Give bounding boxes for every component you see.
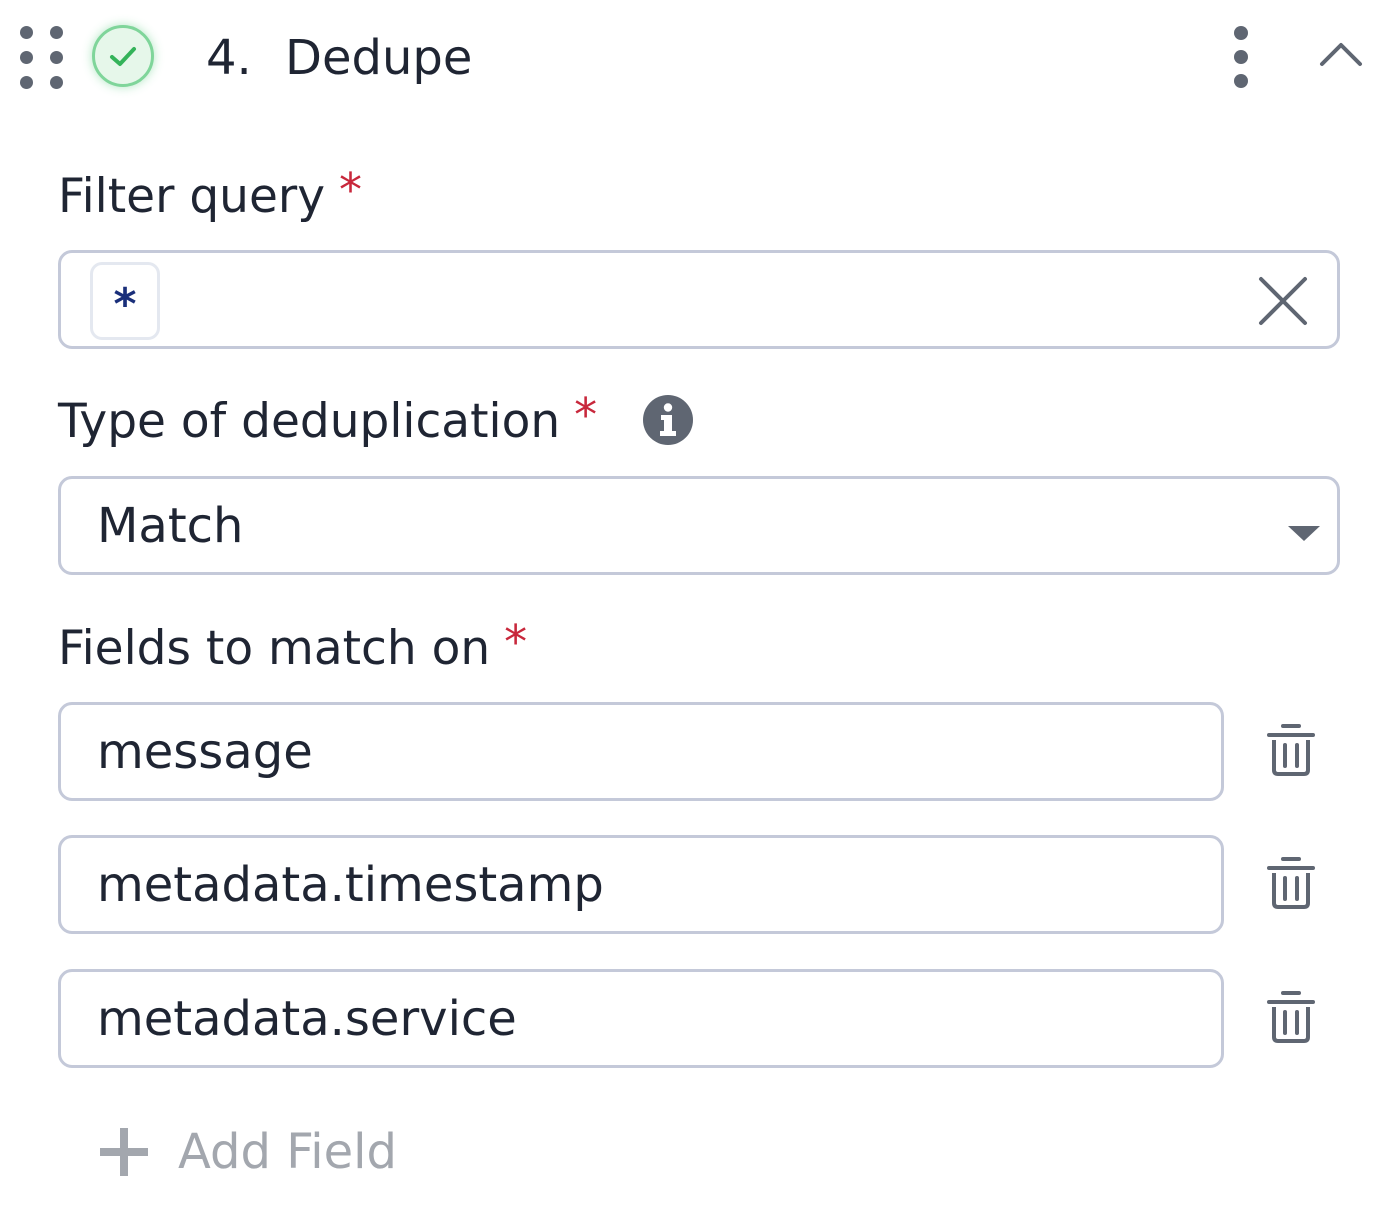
query-chip-text: *: [113, 279, 137, 330]
clear-icon[interactable]: [1257, 275, 1309, 327]
dedup-type-value: Match: [97, 498, 244, 554]
plus-icon: [98, 1126, 150, 1178]
check-circle-icon: [92, 25, 154, 87]
field-input[interactable]: metadata.timestamp: [58, 835, 1224, 934]
field-value: message: [97, 724, 313, 780]
required-marker: *: [504, 615, 528, 669]
field-input[interactable]: metadata.service: [58, 969, 1224, 1068]
required-marker: *: [339, 163, 363, 217]
fields-label: Fields to match on *: [58, 615, 527, 677]
trash-icon[interactable]: [1264, 722, 1318, 778]
filter-query-label: Filter query *: [58, 163, 362, 225]
trash-icon[interactable]: [1264, 989, 1318, 1045]
field-input[interactable]: message: [58, 702, 1224, 801]
field-value: metadata.timestamp: [97, 857, 604, 913]
query-chip[interactable]: *: [90, 262, 160, 340]
caret-down-icon: [1287, 523, 1321, 543]
filter-query-input[interactable]: *: [58, 250, 1340, 349]
dedup-type-label: Type of deduplication *: [58, 388, 597, 450]
chevron-up-icon[interactable]: [1316, 36, 1366, 76]
required-marker: *: [574, 388, 598, 442]
trash-icon[interactable]: [1264, 855, 1318, 911]
step-title: Dedupe: [285, 30, 473, 86]
field-value: metadata.service: [97, 991, 517, 1047]
filter-query-label-text: Filter query: [58, 169, 326, 224]
add-field-button[interactable]: Add Field: [98, 1120, 397, 1184]
step-number: 4.: [206, 30, 252, 86]
fields-label-text: Fields to match on: [58, 621, 491, 676]
dedup-type-select[interactable]: Match: [58, 476, 1340, 575]
drag-handle-icon[interactable]: [20, 26, 64, 89]
dedupe-step-panel: 4. Dedupe Filter query * * Type of dedupl…: [0, 0, 1400, 1224]
dedup-type-label-text: Type of deduplication: [58, 394, 561, 449]
more-options-icon[interactable]: [1226, 26, 1256, 88]
info-icon[interactable]: [642, 394, 694, 446]
add-field-label: Add Field: [178, 1124, 397, 1180]
